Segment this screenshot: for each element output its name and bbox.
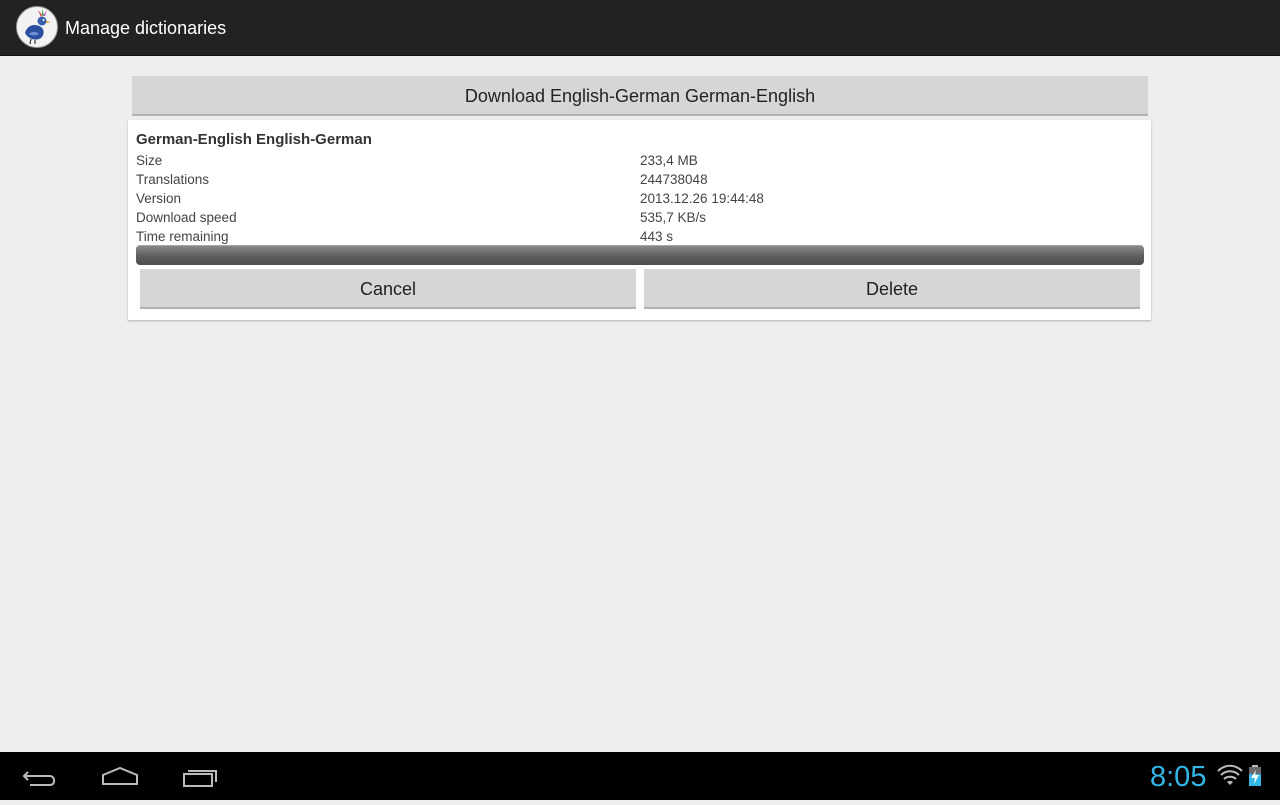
info-value: 2013.12.26 19:44:48 — [640, 191, 764, 206]
content-area: Download English-German German-English G… — [0, 56, 1280, 752]
dictionary-card: German-English English-German Size 233,4… — [128, 120, 1151, 320]
info-value: 233,4 MB — [640, 153, 698, 168]
info-row-translations: Translations 244738048 — [136, 172, 1144, 191]
info-value: 244738048 — [640, 172, 708, 187]
action-bar: Manage dictionaries — [0, 0, 1280, 56]
wifi-icon — [1216, 764, 1244, 791]
app-logo-icon[interactable] — [16, 6, 58, 48]
recent-apps-icon[interactable] — [160, 752, 240, 800]
page-title: Manage dictionaries — [65, 18, 227, 38]
delete-button[interactable]: Delete — [644, 269, 1140, 309]
info-label: Time remaining — [136, 229, 229, 244]
info-label: Download speed — [136, 210, 237, 225]
info-row-download-speed: Download speed 535,7 KB/s — [136, 210, 1144, 229]
info-value: 535,7 KB/s — [640, 210, 707, 225]
back-icon[interactable] — [0, 752, 80, 800]
download-progress-bar — [136, 245, 1144, 265]
info-value: 443 s — [640, 229, 674, 244]
system-navigation-bar: 8:05 — [0, 752, 1280, 800]
info-label: Size — [136, 153, 163, 168]
cancel-button[interactable]: Cancel — [140, 269, 636, 309]
info-row-version: Version 2013.12.26 19:44:48 — [136, 191, 1144, 210]
status-clock: 8:05 — [1150, 761, 1207, 793]
battery-charging-icon — [1248, 765, 1262, 792]
info-label: Translations — [136, 172, 210, 187]
info-row-size: Size 233,4 MB — [136, 153, 1144, 172]
info-label: Version — [136, 191, 182, 206]
download-dictionary-button[interactable]: Download English-German German-English — [132, 76, 1148, 116]
dictionary-title: German-English English-German — [136, 131, 372, 148]
home-icon[interactable] — [80, 752, 160, 800]
